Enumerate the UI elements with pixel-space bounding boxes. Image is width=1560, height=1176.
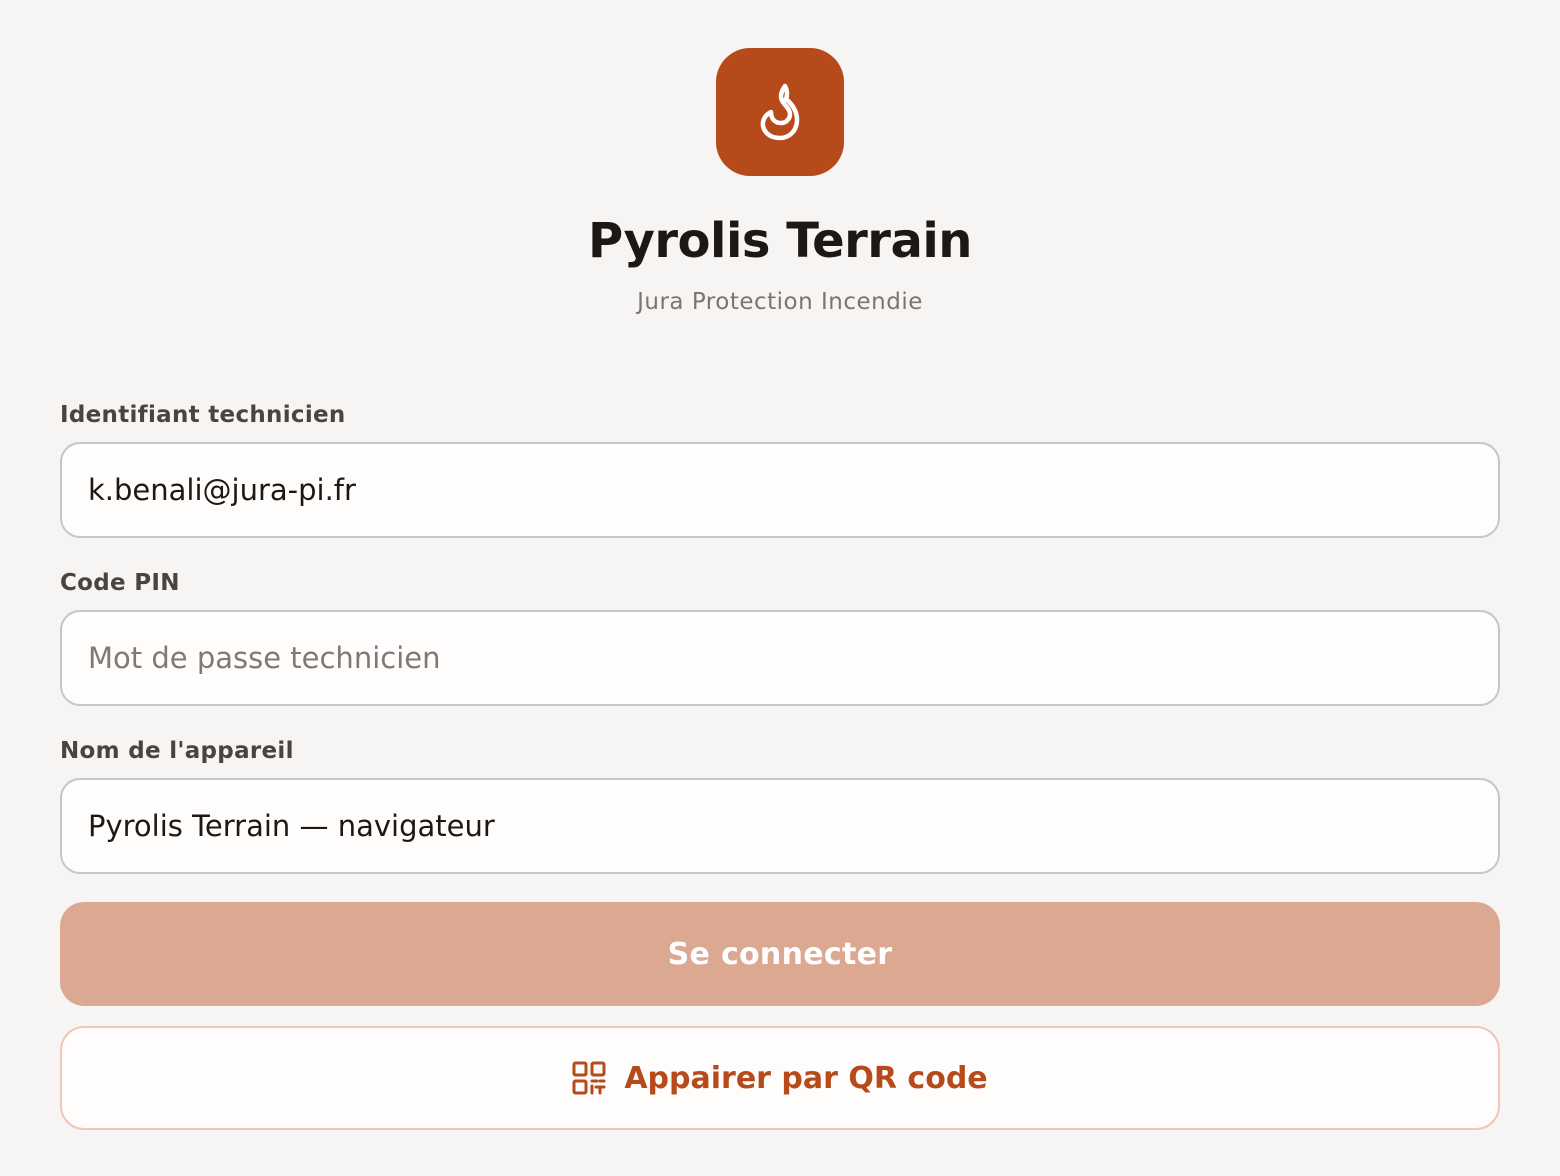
qr-code-icon bbox=[572, 1061, 606, 1095]
qr-pairing-button[interactable]: Appairer par QR code bbox=[60, 1026, 1500, 1130]
app-logo bbox=[716, 48, 844, 176]
login-button[interactable]: Se connecter bbox=[60, 902, 1500, 1006]
qr-pairing-label: Appairer par QR code bbox=[624, 1060, 988, 1096]
identifier-input[interactable] bbox=[60, 442, 1500, 538]
device-name-label: Nom de l'appareil bbox=[60, 738, 294, 764]
device-name-input[interactable] bbox=[60, 778, 1500, 874]
identifier-label: Identifiant technicien bbox=[60, 402, 346, 428]
app-subtitle: Jura Protection Incendie bbox=[637, 289, 923, 315]
pin-input[interactable] bbox=[60, 610, 1500, 706]
pin-label: Code PIN bbox=[60, 570, 180, 596]
flame-icon bbox=[760, 83, 800, 141]
app-title: Pyrolis Terrain bbox=[588, 213, 972, 269]
